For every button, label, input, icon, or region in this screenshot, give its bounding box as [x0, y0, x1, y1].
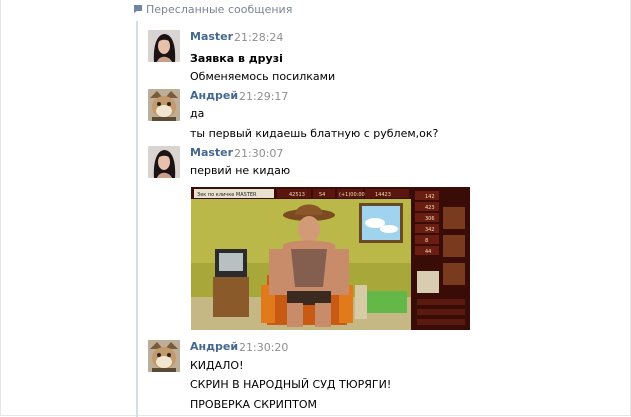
message-text: СКРИН В НАРОДНЫЙ СУД ТЮРЯГИ!	[190, 378, 392, 391]
game-scene-image: Зек по кличке MASTER 42513 54 (+1)00:00 …	[191, 187, 470, 330]
attached-screenshot[interactable]: Зек по кличке MASTER 42513 54 (+1)00:00 …	[191, 187, 470, 330]
forwarded-header: Пересланные сообщения	[133, 2, 292, 16]
game-stat: 42513	[289, 192, 305, 198]
message-text: КИДАЛО!	[190, 359, 244, 372]
game-stat: 342	[425, 227, 435, 233]
message-time[interactable]: 21:29:17	[239, 90, 288, 103]
forwarded-rule	[136, 21, 138, 417]
message-text: ты первый кидаешь блатную с рублем,ок?	[190, 127, 439, 140]
game-field: Зек по кличке MASTER	[197, 192, 257, 198]
message-text: Обменяемось посилками	[190, 70, 336, 83]
forwarded-header-label: Пересланные сообщения	[146, 2, 293, 16]
message-text: ПРОВЕРКА СКРИПТОМ	[190, 398, 318, 411]
forward-message-icon	[133, 4, 143, 14]
message-time[interactable]: 21:30:20	[239, 341, 288, 354]
game-stat: 306	[425, 216, 435, 222]
game-stat: 54	[319, 192, 325, 198]
message-author[interactable]: Master	[190, 146, 233, 159]
game-stat: 44	[425, 249, 431, 255]
message-author[interactable]: Master	[190, 30, 233, 43]
message-text: первий не кидаю	[190, 164, 291, 177]
message-time[interactable]: 21:28:24	[234, 31, 283, 44]
avatar[interactable]	[148, 30, 180, 62]
game-stat: 14423	[375, 192, 391, 198]
message-author[interactable]: Андрей	[190, 89, 238, 102]
avatar[interactable]	[148, 340, 180, 372]
avatar[interactable]	[148, 146, 180, 178]
message-author[interactable]: Андрей	[190, 340, 238, 353]
message-text: да	[190, 107, 205, 120]
game-stat: 142	[425, 194, 435, 200]
game-stat: (+1)00:00	[339, 192, 365, 198]
message-time[interactable]: 21:30:07	[234, 147, 283, 160]
game-stat: 8	[425, 238, 428, 244]
avatar[interactable]	[148, 89, 180, 121]
game-stat: 423	[425, 205, 435, 211]
message-text: Заявка в друзі	[190, 52, 283, 65]
